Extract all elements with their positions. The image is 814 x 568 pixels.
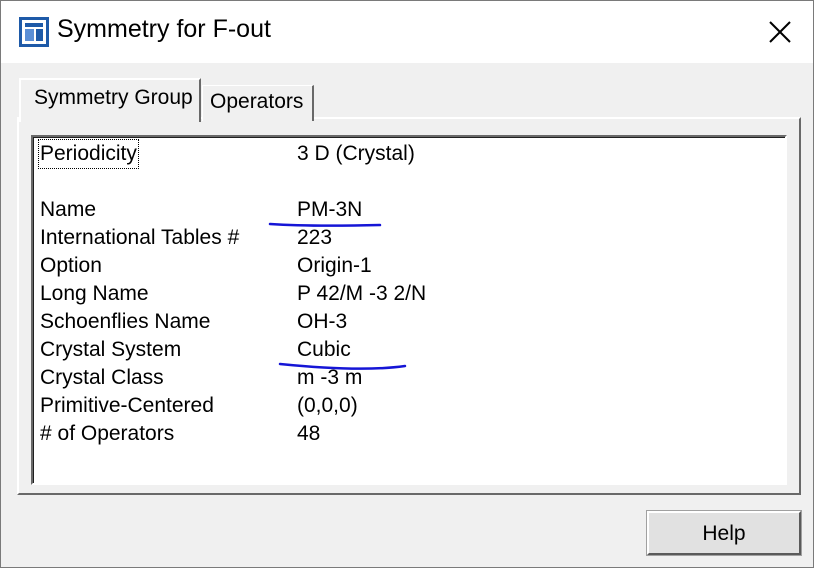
properties-list-inner: Periodicity 3 D (Crystal) Name PM-3N Int… [33,137,785,483]
property-value-international-tables: 223 [297,226,333,249]
help-button[interactable]: Help [646,510,802,556]
property-value-option: Origin-1 [297,254,372,277]
property-value-number-of-operators: 48 [297,422,321,445]
property-label-primitive-centered[interactable]: Primitive-Centered [40,393,214,419]
property-value-name: PM-3N [297,198,363,221]
close-button[interactable] [757,9,803,55]
property-value-primitive-centered: (0,0,0) [297,394,358,417]
property-label-long-name[interactable]: Long Name [40,281,149,307]
property-label-name[interactable]: Name [40,197,96,223]
window-title: Symmetry for F-out [57,15,271,43]
property-label-international-tables[interactable]: International Tables # [40,225,239,251]
property-value-long-name: P 42/M -3 2/N [297,282,427,305]
property-label-periodicity[interactable]: Periodicity [38,139,139,169]
property-label-option[interactable]: Option [40,253,102,279]
property-label-number-of-operators[interactable]: # of Operators [40,421,174,447]
tab-operators[interactable]: Operators [202,85,314,121]
property-label-crystal-class[interactable]: Crystal Class [40,365,164,391]
symmetry-dialog: Symmetry for F-out Symmetry Group Operat… [0,0,814,568]
title-bar[interactable]: Symmetry for F-out [1,1,813,63]
close-icon [769,21,791,43]
property-label-crystal-system[interactable]: Crystal System [40,337,181,363]
property-value-crystal-system: Cubic [297,338,351,361]
property-value-crystal-class: m -3 m [297,366,363,389]
property-value-periodicity: 3 D (Crystal) [297,142,415,165]
properties-list[interactable]: Periodicity 3 D (Crystal) Name PM-3N Int… [31,135,787,485]
tab-symmetry-group[interactable]: Symmetry Group [19,78,201,122]
property-value-schoenflies-name: OH-3 [297,310,348,333]
app-window-icon [19,17,49,47]
tab-panel-symmetry-group: Periodicity 3 D (Crystal) Name PM-3N Int… [17,117,801,495]
property-label-schoenflies-name[interactable]: Schoenflies Name [40,309,210,335]
